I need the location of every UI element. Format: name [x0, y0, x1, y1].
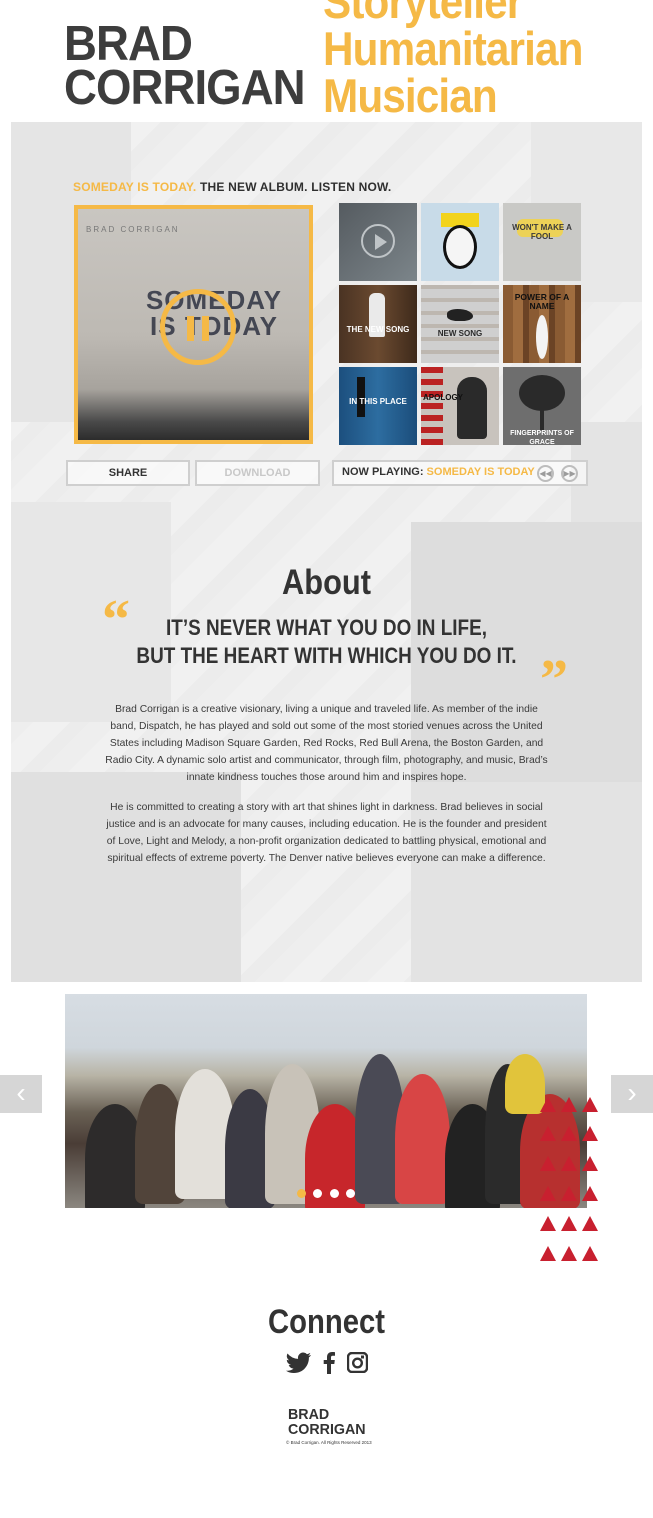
track-label: IN THIS PLACE [349, 397, 407, 406]
facebook-icon[interactable] [322, 1352, 336, 1376]
about-quote: IT’S NEVER WHAT YOU DO IN LIFE, BUT THE … [46, 614, 608, 670]
brand-line-1: BRAD [64, 17, 193, 71]
instagram-icon[interactable] [346, 1351, 368, 1376]
pause-icon[interactable] [160, 289, 236, 365]
twitter-icon[interactable] [286, 1352, 312, 1376]
carousel-photo [65, 994, 587, 1208]
taglines: Storyteller Humanitarian Musician [323, 0, 583, 119]
now-playing-label: NOW PLAYING: SOMEDAY IS TODAY [342, 466, 535, 478]
track-thumb-6[interactable]: POWER OF A NAME [503, 285, 581, 363]
download-button[interactable]: DOWNLOAD [195, 460, 320, 486]
tagline-musician: Musician [323, 69, 498, 122]
close-quote-icon: ” [540, 649, 568, 711]
track-label: NEW SONG [437, 329, 483, 338]
album-headline: SOMEDAY IS TODAY. THE NEW ALBUM. LISTEN … [73, 180, 391, 194]
footer-brand-line-2: CORRIGAN [288, 1421, 366, 1438]
carousel-dot-4[interactable] [346, 1189, 355, 1198]
album-headline-rest: THE NEW ALBUM. LISTEN NOW. [196, 180, 392, 194]
cover-artist: BRAD CORRIGAN [86, 225, 180, 234]
track-thumb-4[interactable]: THE NEW SONG [339, 285, 417, 363]
track-label: FINGERPRINTS OF GRACE [510, 430, 574, 445]
carousel-dot-2[interactable] [313, 1189, 322, 1198]
brand-logo[interactable]: BRAD CORRIGAN [64, 17, 306, 115]
about-paragraph-2: He is committed to creating a story with… [106, 802, 547, 864]
footer-logo[interactable]: BRAD CORRIGAN [288, 1407, 366, 1437]
about-quote-line-1: IT’S NEVER WHAT YOU DO IN LIFE, [166, 615, 487, 640]
connect-title: Connect [268, 1303, 385, 1341]
footer-brand-line-1: BRAD [288, 1406, 330, 1423]
now-playing-track: SOMEDAY IS TODAY [426, 466, 535, 478]
share-button[interactable]: SHARE [66, 460, 190, 486]
now-playing-bar: NOW PLAYING: SOMEDAY IS TODAY ◀◀ ▶▶ [332, 460, 588, 486]
track-thumb-7[interactable]: IN THIS PLACE [339, 367, 417, 445]
about-paragraph-1: Brad Corrigan is a creative visionary, l… [105, 704, 548, 783]
album-cover[interactable]: BRAD CORRIGAN SOMEDAY IS TODAY [74, 205, 313, 444]
track-label: THE NEW SONG [346, 325, 410, 334]
footer-copyright: © Brad Corrigan. All Rights Reserved 201… [286, 1440, 372, 1445]
track-label: WON'T MAKE A FOOL [512, 223, 572, 241]
track-thumb-2[interactable] [421, 203, 499, 281]
carousel-dot-1[interactable] [297, 1189, 306, 1198]
carousel-dot-3[interactable] [330, 1189, 339, 1198]
track-thumb-8[interactable]: APOLOGY [421, 367, 499, 445]
track-label: POWER OF A NAME [514, 292, 570, 311]
chevron-right-icon: › [627, 1077, 637, 1108]
triangle-pattern [540, 1097, 600, 1263]
about-quote-line-2: BUT THE HEART WITH WHICH YOU DO IT. [136, 643, 517, 668]
carousel-next-button[interactable]: › [611, 1075, 653, 1113]
fast-forward-icon[interactable]: ▶▶ [561, 465, 578, 482]
now-playing-prefix: NOW PLAYING: [342, 466, 427, 478]
track-thumb-3[interactable]: WON'T MAKE A FOOL [503, 203, 581, 281]
carousel-prev-button[interactable]: ‹ [0, 1075, 42, 1113]
track-thumb-1[interactable] [339, 203, 417, 281]
track-thumb-9[interactable]: FINGERPRINTS OF GRACE [503, 367, 581, 445]
chevron-left-icon: ‹ [16, 1077, 26, 1108]
album-headline-highlight: SOMEDAY IS TODAY. [73, 180, 197, 194]
tagline-humanitarian: Humanitarian [323, 22, 583, 75]
brand-line-2: CORRIGAN [64, 61, 306, 115]
play-icon [361, 224, 395, 258]
rewind-icon[interactable]: ◀◀ [537, 465, 554, 482]
track-thumb-5[interactable]: NEW SONG [421, 285, 499, 363]
track-label: APOLOGY [423, 393, 464, 402]
